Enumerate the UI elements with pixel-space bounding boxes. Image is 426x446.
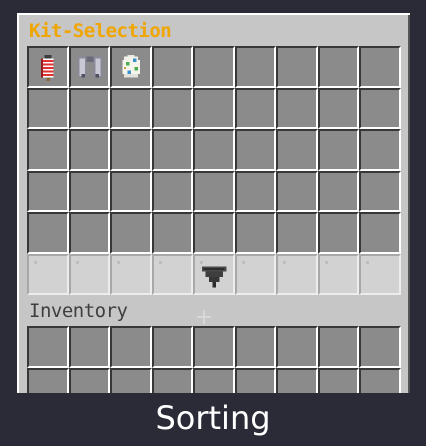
inventory-slot[interactable] [151,87,193,129]
inventory-slot[interactable] [234,253,276,295]
inventory-slot[interactable] [359,212,401,254]
caption-text: Sorting [155,399,271,437]
inventory-slot[interactable] [234,367,276,393]
kit-grid [27,46,401,295]
inventory-slot[interactable] [234,46,276,88]
inventory-slot[interactable] [193,326,235,368]
inventory-slot[interactable] [68,367,110,393]
inventory-slot[interactable] [193,46,235,88]
inventory-slot[interactable] [317,87,359,129]
inventory-slot[interactable] [27,87,69,129]
inventory-slot[interactable] [193,367,235,393]
spawn-egg-icon [122,54,140,78]
inventory-slot[interactable] [68,170,110,212]
inventory-slot[interactable] [317,170,359,212]
inventory-slot[interactable] [193,87,235,129]
inventory-slot[interactable] [317,129,359,171]
inventory-slot[interactable] [110,129,152,171]
player-inventory-grid [27,326,401,393]
inventory-slot[interactable] [151,129,193,171]
inventory-slot[interactable] [359,253,401,295]
inventory-slot[interactable] [359,46,401,88]
inventory-slot[interactable] [151,170,193,212]
inventory-slot[interactable] [110,326,152,368]
inventory-slot[interactable] [234,87,276,129]
inventory-slot[interactable] [276,367,318,393]
inventory-slot[interactable] [234,212,276,254]
inventory-slot[interactable] [359,367,401,393]
inventory-slot[interactable] [276,170,318,212]
inventory-slot[interactable] [68,46,110,88]
inventory-slot[interactable] [193,129,235,171]
inventory-slot[interactable] [359,326,401,368]
inventory-slot[interactable] [110,170,152,212]
firework-rocket-icon [41,54,54,81]
inventory-slot[interactable] [110,87,152,129]
inventory-slot[interactable] [110,212,152,254]
inventory-slot[interactable] [276,326,318,368]
elytra-icon [77,56,102,78]
inventory-slot[interactable] [359,129,401,171]
inventory-slot[interactable] [317,212,359,254]
inventory-slot[interactable] [234,170,276,212]
inventory-slot[interactable] [234,129,276,171]
inventory-slot[interactable] [276,212,318,254]
inventory-slot[interactable] [317,326,359,368]
inventory-slot[interactable] [110,367,152,393]
inventory-slot[interactable] [151,367,193,393]
inventory-slot[interactable] [151,253,193,295]
kit-selection-window: Kit-Selection Inventory [17,13,410,393]
inventory-slot[interactable] [359,87,401,129]
inventory-slot[interactable] [317,46,359,88]
inventory-label: Inventory [29,300,128,322]
inventory-slot[interactable] [317,253,359,295]
inventory-slot[interactable] [27,367,69,393]
inventory-slot[interactable] [193,212,235,254]
inventory-slot[interactable] [193,170,235,212]
inventory-slot[interactable] [359,170,401,212]
inventory-slot[interactable] [68,253,110,295]
cursor-crosshair-icon [197,310,211,324]
inventory-slot[interactable] [151,326,193,368]
inventory-slot[interactable] [27,212,69,254]
hopper-icon [201,265,227,287]
inventory-slot[interactable] [68,212,110,254]
inventory-slot[interactable] [110,46,152,88]
inventory-slot[interactable] [317,367,359,393]
inventory-slot[interactable] [276,87,318,129]
window-title: Kit-Selection [29,20,172,42]
inventory-slot[interactable] [68,129,110,171]
inventory-slot[interactable] [234,326,276,368]
inventory-slot[interactable] [27,170,69,212]
inventory-slot[interactable] [68,326,110,368]
inventory-slot[interactable] [68,87,110,129]
inventory-slot[interactable] [27,253,69,295]
inventory-slot[interactable] [193,253,235,295]
inventory-slot[interactable] [276,129,318,171]
inventory-slot[interactable] [151,212,193,254]
inventory-slot[interactable] [276,253,318,295]
inventory-slot[interactable] [27,46,69,88]
inventory-slot[interactable] [151,46,193,88]
inventory-slot[interactable] [27,129,69,171]
inventory-slot[interactable] [27,326,69,368]
inventory-slot[interactable] [110,253,152,295]
inventory-slot[interactable] [276,46,318,88]
